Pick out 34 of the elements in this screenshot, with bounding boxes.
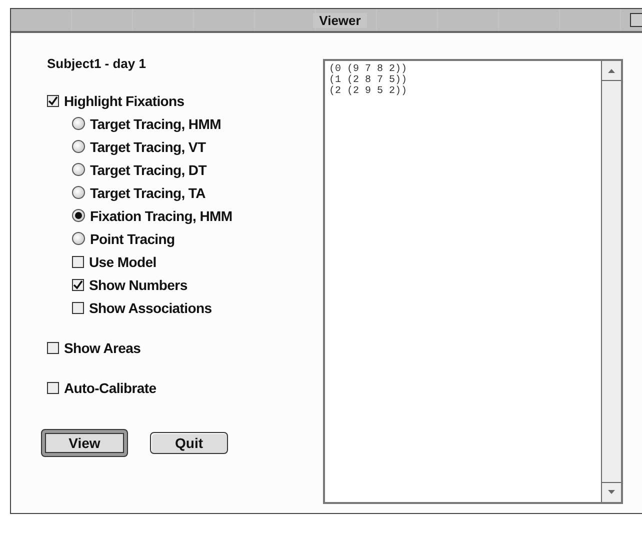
option-label[interactable]: Show Numbers: [89, 276, 188, 292]
radio-button[interactable]: [72, 163, 85, 176]
checkbox[interactable]: [47, 382, 59, 394]
radio-button[interactable]: [72, 117, 85, 130]
checkbox[interactable]: [47, 342, 59, 354]
option-label[interactable]: Target Tracing, VT: [90, 138, 206, 154]
option-label[interactable]: Target Tracing, DT: [90, 162, 206, 178]
option-label[interactable]: Highlight Fixations: [64, 92, 184, 108]
checkbox[interactable]: [72, 256, 84, 268]
output-line: (2 (2 9 5 2)): [329, 86, 408, 97]
radio-button[interactable]: [72, 209, 85, 222]
zoom-box-icon[interactable]: [630, 13, 642, 27]
radio-button[interactable]: [72, 186, 85, 199]
output-text-area[interactable]: (0 (9 7 8 2)) (1 (2 8 7 5)) (2 (2 9 5 2)): [323, 59, 623, 504]
subject-label: Subject1 - day 1: [47, 56, 147, 71]
option-label[interactable]: Target Tracing, HMM: [90, 116, 221, 132]
checkbox[interactable]: [47, 94, 59, 106]
window-title: Viewer: [313, 12, 367, 28]
checkbox[interactable]: [72, 278, 84, 290]
option-label[interactable]: Show Areas: [64, 340, 141, 356]
option-label[interactable]: Auto-Calibrate: [64, 380, 156, 396]
button[interactable]: Quit: [150, 432, 228, 454]
option-label[interactable]: Use Model: [89, 254, 156, 270]
output-line: (1 (2 8 7 5)): [329, 75, 408, 86]
option-label[interactable]: Target Tracing, TA: [90, 184, 206, 200]
radio-button[interactable]: [72, 232, 85, 245]
option-label[interactable]: Point Tracing: [90, 230, 175, 246]
scroll-bar[interactable]: [601, 61, 621, 502]
radio-button[interactable]: [72, 140, 85, 153]
checkbox[interactable]: [72, 302, 84, 314]
option-label[interactable]: Fixation Tracing, HMM: [90, 208, 232, 224]
option-label[interactable]: Show Associations: [89, 300, 212, 316]
default-button[interactable]: View: [41, 429, 128, 457]
output-line: (0 (9 7 8 2)): [329, 64, 408, 75]
